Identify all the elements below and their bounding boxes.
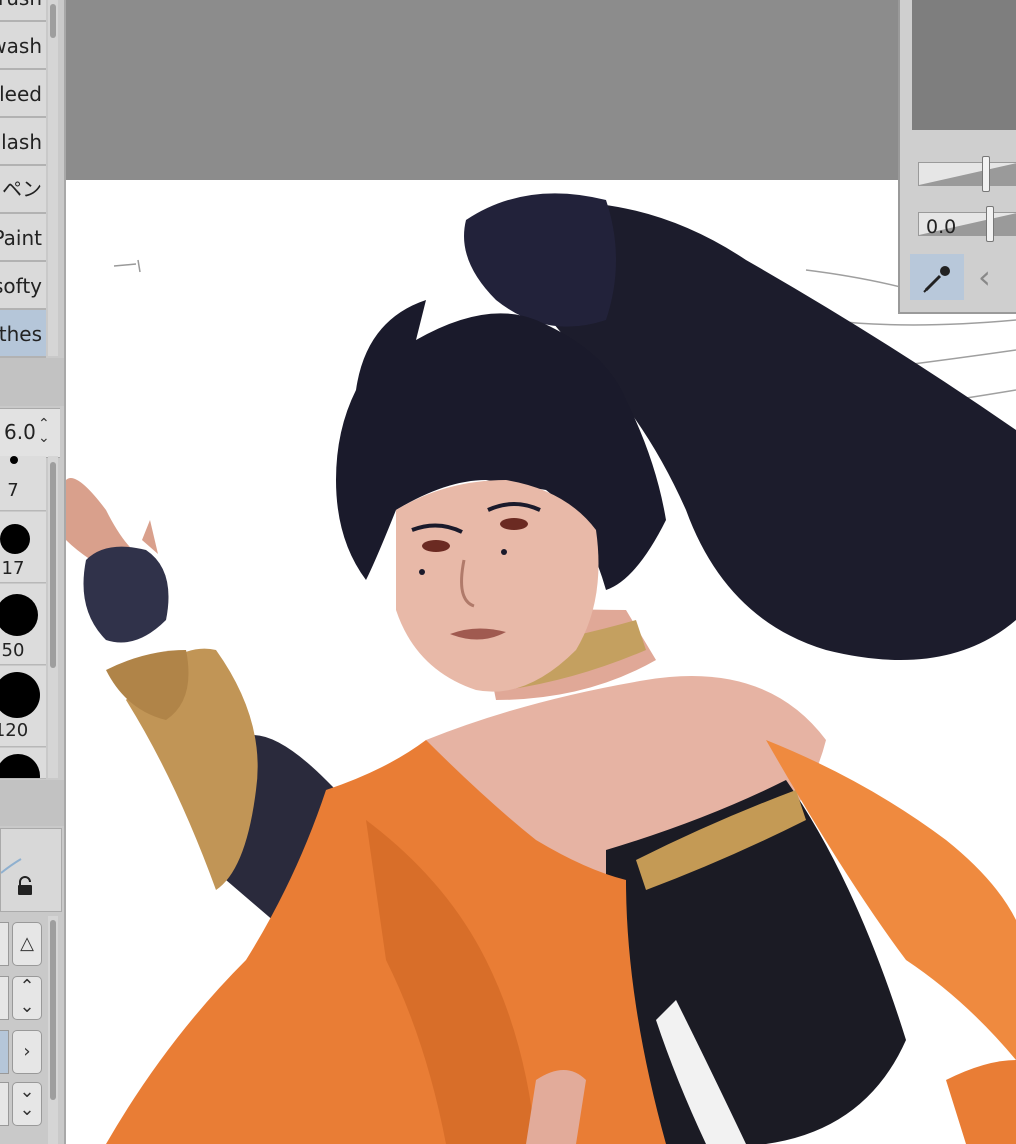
brush-item-selected[interactable]: thes [0,310,46,358]
brush-size-value: 6.0 [4,420,36,444]
brush-item-label: thes [0,322,42,346]
chevron-left-icon[interactable]: ‹ [978,258,991,296]
brush-item[interactable]: ペン [0,166,46,214]
drawing-canvas[interactable] [66,180,1016,1144]
size-preset-dot [0,672,40,718]
opacity-slider-knob[interactable] [986,206,994,242]
brush-item-label: leed [0,82,42,106]
canvas-background [66,0,1016,180]
chevron-right-icon[interactable]: › [12,1030,42,1074]
size-preset-label: 17 [1,558,25,579]
brush-item-label: plash [0,130,42,154]
brush-size-field[interactable]: 6.0 ⌃ ⌄ [0,408,60,458]
controls-scroll-thumb[interactable] [50,920,56,1100]
brush-stroke-preview [0,858,22,874]
brush-item-label: ペン [2,177,42,201]
brush-panel: rush wash leed plash ペン Paint softy thes… [0,0,66,1144]
brush-list: rush wash leed plash ペン Paint softy thes [0,0,46,358]
brush-item[interactable]: Paint [0,214,46,262]
brush-list-scroll-thumb[interactable] [50,4,56,38]
size-preset[interactable]: 17 [0,512,46,583]
eyedropper-button[interactable] [910,254,964,300]
panel-separator [0,358,64,406]
brush-item[interactable]: wash [0,22,46,70]
brush-item[interactable]: plash [0,118,46,166]
size-preset-dot [0,594,38,636]
chevron-up-down-icon[interactable]: ⌃ ⌄ [38,417,50,445]
brush-item[interactable]: rush [0,0,46,22]
size-preset-dot [0,754,40,778]
size-preset-label: 7 [7,480,19,501]
brush-list-scrollbar[interactable] [48,0,58,356]
size-preset[interactable]: 120 [0,666,46,747]
brush-item-label: wash [0,34,42,58]
opacity-slider-value: 0.0 [926,216,957,238]
lock-icon[interactable] [16,876,34,896]
triangle-icon[interactable]: △ [12,922,42,966]
brush-item[interactable]: leed [0,70,46,118]
hue-slider[interactable] [918,162,1016,186]
control-button-left[interactable] [0,976,9,1020]
size-preset-label: 120 [0,720,29,741]
brush-item-label: Paint [0,226,42,250]
size-preset-label: 50 [1,640,25,661]
size-preset-dot [10,456,18,464]
control-button-left[interactable] [0,1082,9,1126]
size-preset-dot [0,524,30,554]
size-preset[interactable]: 50 [0,584,46,665]
brush-item-label: softy [0,274,42,298]
artwork-illustration [66,193,1016,1144]
eyedropper-icon [923,266,950,293]
brush-preview-box [0,828,62,912]
size-preset[interactable] [0,748,46,779]
double-chevron-down-icon[interactable]: ⌄ ⌄ [12,1082,42,1126]
control-button-left-selected[interactable] [0,1030,9,1074]
brush-item[interactable]: softy [0,262,46,310]
size-list-scroll-thumb[interactable] [50,462,56,668]
size-preset[interactable]: 7 [0,456,46,511]
slider-gradient [919,163,1016,185]
chevron-up-down-icon[interactable]: ⌃ ⌄ [12,976,42,1020]
brush-item-label: rush [0,0,42,10]
panel-separator [0,780,64,826]
color-preview-area [912,0,1016,130]
control-button-left[interactable] [0,922,9,966]
hue-slider-knob[interactable] [982,156,990,192]
